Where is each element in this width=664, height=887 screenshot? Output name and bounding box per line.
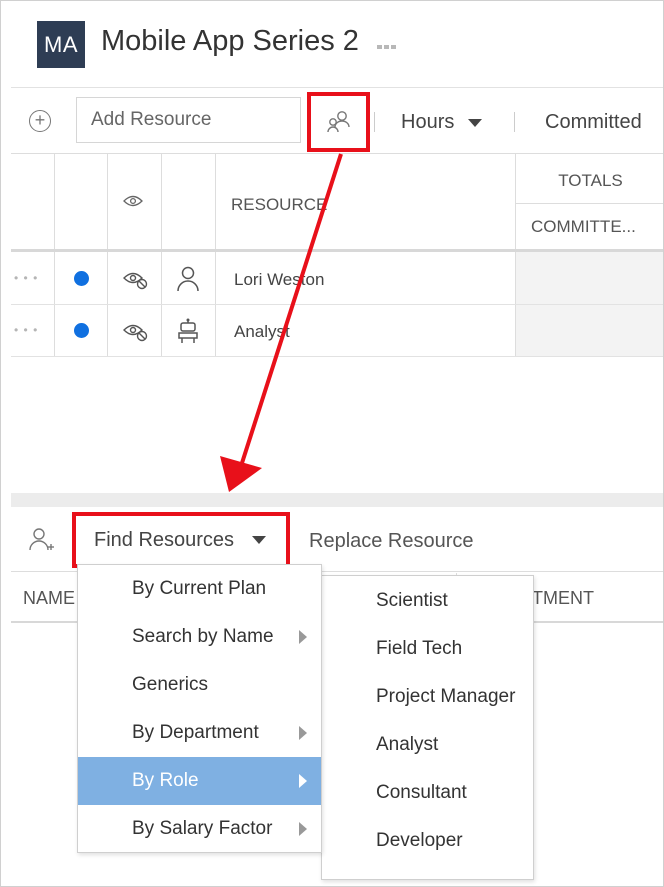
committed-column-header[interactable]: COMMITTE... <box>531 217 636 237</box>
menu-item-by-role[interactable]: By Role <box>78 757 321 805</box>
role-option-analyst[interactable]: Analyst <box>322 721 533 769</box>
find-resources-label: Find Resources <box>94 528 235 551</box>
row-divider <box>11 304 663 305</box>
eye-slash-icon[interactable] <box>123 322 149 347</box>
chevron-right-icon <box>299 726 307 740</box>
hours-dropdown[interactable]: Hours <box>401 111 483 134</box>
role-option-project-manager[interactable]: Project Manager <box>322 673 533 721</box>
grid-column-divider <box>54 154 55 356</box>
project-avatar: MA <box>37 21 85 68</box>
menu-item-label: By Role <box>132 770 199 791</box>
toolbar-separator <box>374 112 375 132</box>
eye-icon <box>123 195 143 207</box>
menu-item-by-salary-factor[interactable]: By Salary Factor <box>78 805 321 853</box>
grid-column-divider <box>215 154 216 356</box>
add-person-icon[interactable] <box>29 527 55 558</box>
grid-column-divider <box>161 154 162 356</box>
chevron-down-icon <box>468 118 483 127</box>
status-dot <box>74 271 89 286</box>
add-circle-icon[interactable]: + <box>29 110 51 132</box>
role-submenu: Scientist Field Tech Project Manager Ana… <box>321 575 534 880</box>
chevron-right-icon <box>299 822 307 836</box>
role-option-scientist[interactable]: Scientist <box>322 577 533 625</box>
chevron-right-icon <box>299 630 307 644</box>
grid-column-divider <box>107 154 108 356</box>
find-resources-dropdown[interactable]: Find Resources <box>72 512 290 568</box>
resource-column-header[interactable]: RESOURCE <box>231 195 327 215</box>
name-column-header[interactable]: NAME <box>23 588 75 609</box>
robot-icon <box>176 318 200 349</box>
role-option-developer[interactable]: Developer <box>322 817 533 865</box>
row-divider <box>11 356 663 357</box>
find-resources-toolbar-button[interactable] <box>307 92 370 152</box>
status-dot <box>74 323 89 338</box>
menu-item-generics[interactable]: Generics <box>78 661 321 709</box>
row-menu-icon[interactable]: • • • <box>14 271 38 285</box>
app-window: MA Mobile App Series 2 + Hours Committed… <box>0 0 664 887</box>
chevron-right-icon <box>299 774 307 788</box>
page-title: Mobile App Series 2 <box>101 25 359 57</box>
visibility-column-icon[interactable] <box>123 194 143 213</box>
find-resources-menu: By Current Plan Search by Name Generics … <box>77 564 322 853</box>
grid-top-border <box>11 153 663 154</box>
menu-item-by-current-plan[interactable]: By Current Plan <box>78 565 321 613</box>
menu-item-label: By Current Plan <box>132 578 267 599</box>
person-icon <box>177 266 199 297</box>
menu-item-label: Search by Name <box>132 626 274 647</box>
eye-slash-icon[interactable] <box>123 270 149 295</box>
menu-item-label: By Salary Factor <box>132 818 273 839</box>
menu-item-label: By Department <box>132 722 259 743</box>
role-option-field-tech[interactable]: Field Tech <box>322 625 533 673</box>
people-search-icon <box>326 111 350 133</box>
resource-name[interactable]: Analyst <box>234 322 290 342</box>
menu-item-label: Generics <box>132 674 209 695</box>
resource-name[interactable]: Lori Weston <box>234 270 324 290</box>
more-options-icon[interactable] <box>377 37 397 53</box>
add-resource-input[interactable] <box>76 97 301 143</box>
row-menu-icon[interactable]: • • • <box>14 323 38 337</box>
replace-resource-button[interactable]: Replace Resource <box>309 530 474 553</box>
chevron-down-icon <box>252 536 267 544</box>
toolbar-separator <box>514 112 515 132</box>
panel-splitter[interactable] <box>11 493 663 507</box>
totals-column-header: TOTALS <box>558 171 623 190</box>
totals-subheader-divider <box>516 203 663 204</box>
role-option-consultant[interactable]: Consultant <box>322 769 533 817</box>
committed-dropdown[interactable]: Committed <box>545 111 642 134</box>
menu-item-by-department[interactable]: By Department <box>78 709 321 757</box>
header-divider <box>11 87 663 88</box>
menu-item-search-by-name[interactable]: Search by Name <box>78 613 321 661</box>
hours-label: Hours <box>401 111 455 133</box>
department-column-header[interactable]: TMENT <box>532 588 594 609</box>
